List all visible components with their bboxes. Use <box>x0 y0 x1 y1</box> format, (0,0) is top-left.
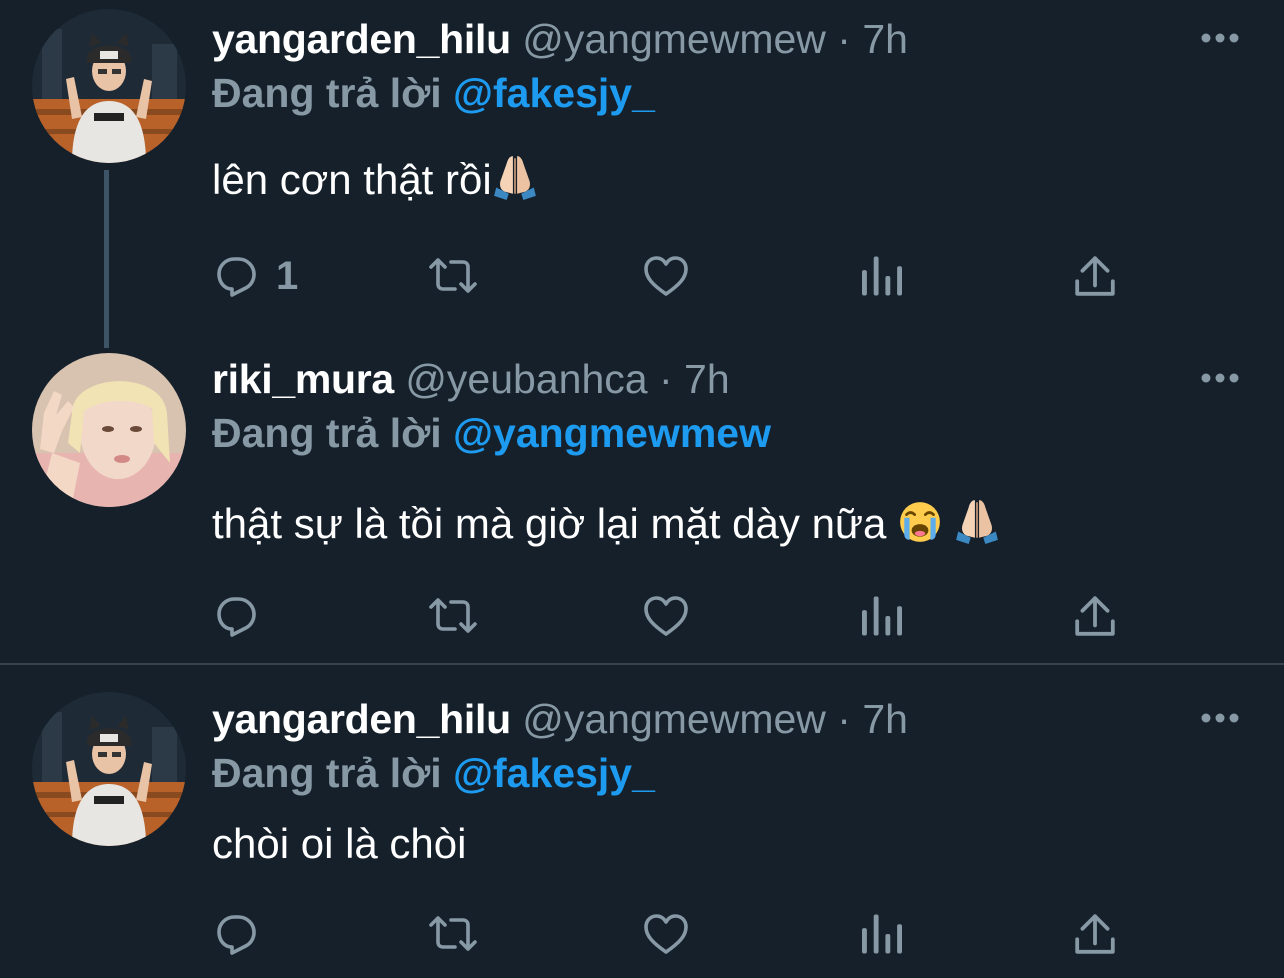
retweet-button[interactable] <box>426 246 480 306</box>
retweet-icon <box>429 258 477 293</box>
replying-to-label: Đang trả lời <box>212 410 442 456</box>
avatar[interactable] <box>32 353 186 507</box>
tweet-text-content: chòi oi là chòi <box>212 820 467 867</box>
like-button[interactable] <box>642 904 690 964</box>
tweet-3[interactable]: yangarden_hilu @yangmewmew · 7h Đang trả… <box>0 680 1284 978</box>
replying-to: Đang trả lời @fakesjy_ <box>212 748 655 798</box>
tweet-text: lên cơn thật rồi <box>212 152 538 206</box>
like-icon <box>644 256 688 296</box>
analytics-icon <box>862 596 902 636</box>
folded-hands-emoji-icon <box>493 155 537 200</box>
more-icon[interactable] <box>1200 28 1240 48</box>
avatar[interactable] <box>32 692 186 846</box>
tweet-actions: 1 <box>212 246 1132 306</box>
tweet-actions <box>212 904 1132 964</box>
like-icon <box>644 914 688 954</box>
reply-icon <box>217 597 256 637</box>
tweet-divider <box>0 663 1284 665</box>
retweet-button[interactable] <box>426 904 480 964</box>
timestamp[interactable]: 7h <box>862 16 908 62</box>
display-name[interactable]: yangarden_hilu <box>212 16 511 62</box>
folded-hands-emoji-icon <box>955 499 999 544</box>
analytics-button[interactable] <box>862 586 902 646</box>
user-handle[interactable]: @yangmewmew <box>522 16 826 62</box>
replying-to: Đang trả lời @yangmewmew <box>212 408 771 458</box>
tweet-2[interactable]: riki_mura @yeubanhca · 7h Đang trả lời @… <box>0 340 1284 663</box>
separator-dot: · <box>837 696 851 742</box>
more-icon[interactable] <box>1200 708 1240 728</box>
like-button[interactable] <box>642 246 690 306</box>
analytics-icon <box>862 914 902 954</box>
avatar-person-white-hoodie-cat-ear-hat-icon <box>32 692 186 846</box>
tweet-text: thật sự là tồi mà giờ lại mặt dày nữa <box>212 496 1000 550</box>
tweet-actions <box>212 586 1132 646</box>
tweet-header: yangarden_hilu @yangmewmew · 7h <box>212 14 908 64</box>
replying-to-label: Đang trả lời <box>212 750 442 796</box>
tweet-text-content: thật sự là tồi mà giờ lại mặt dày nữa <box>212 500 887 547</box>
reply-count: 1 <box>276 254 299 298</box>
mention-link[interactable]: @fakesjy_ <box>453 750 655 796</box>
avatar[interactable] <box>32 9 186 163</box>
timestamp[interactable]: 7h <box>862 696 908 742</box>
avatar-person-white-hoodie-cat-ear-hat-icon <box>32 9 186 163</box>
share-icon <box>1075 596 1115 636</box>
display-name[interactable]: yangarden_hilu <box>212 696 511 742</box>
separator-dot: · <box>658 356 673 402</box>
display-name[interactable]: riki_mura <box>212 356 394 402</box>
mention-link[interactable]: @yangmewmew <box>453 410 771 456</box>
reply-button[interactable] <box>214 586 260 646</box>
replying-to: Đang trả lời @fakesjy_ <box>212 68 655 118</box>
separator-dot: · <box>837 16 851 62</box>
share-icon <box>1075 914 1115 954</box>
share-button[interactable] <box>1074 586 1116 646</box>
share-icon <box>1075 256 1115 296</box>
mention-link[interactable]: @fakesjy_ <box>453 70 655 116</box>
retweet-icon <box>429 916 477 951</box>
loudly-crying-face-emoji-icon <box>898 500 942 544</box>
analytics-button[interactable] <box>862 246 902 306</box>
tweet-1[interactable]: yangarden_hilu @yangmewmew · 7h Đang trả… <box>0 0 1284 330</box>
reply-button[interactable]: 1 <box>214 246 298 306</box>
tweet-header: yangarden_hilu @yangmewmew · 7h <box>212 694 908 744</box>
reply-button[interactable] <box>214 904 260 964</box>
like-icon <box>644 596 688 636</box>
user-handle[interactable]: @yangmewmew <box>522 696 826 742</box>
replying-to-label: Đang trả lời <box>212 70 442 116</box>
user-handle[interactable]: @yeubanhca <box>405 356 647 402</box>
tweet-header: riki_mura @yeubanhca · 7h <box>212 354 730 404</box>
retweet-icon <box>429 598 477 633</box>
reply-icon <box>217 257 256 297</box>
reply-icon <box>217 915 256 955</box>
timestamp[interactable]: 7h <box>684 356 730 402</box>
share-button[interactable] <box>1074 904 1116 964</box>
like-button[interactable] <box>642 586 690 646</box>
retweet-button[interactable] <box>426 586 480 646</box>
avatar-blonde-person-peace-sign-icon <box>32 353 186 507</box>
analytics-button[interactable] <box>862 904 902 964</box>
tweet-text-content: lên cơn thật rồi <box>212 156 492 203</box>
more-icon[interactable] <box>1200 368 1240 388</box>
analytics-icon <box>862 256 902 296</box>
share-button[interactable] <box>1074 246 1116 306</box>
tweet-text: chòi oi là chòi <box>212 818 466 870</box>
